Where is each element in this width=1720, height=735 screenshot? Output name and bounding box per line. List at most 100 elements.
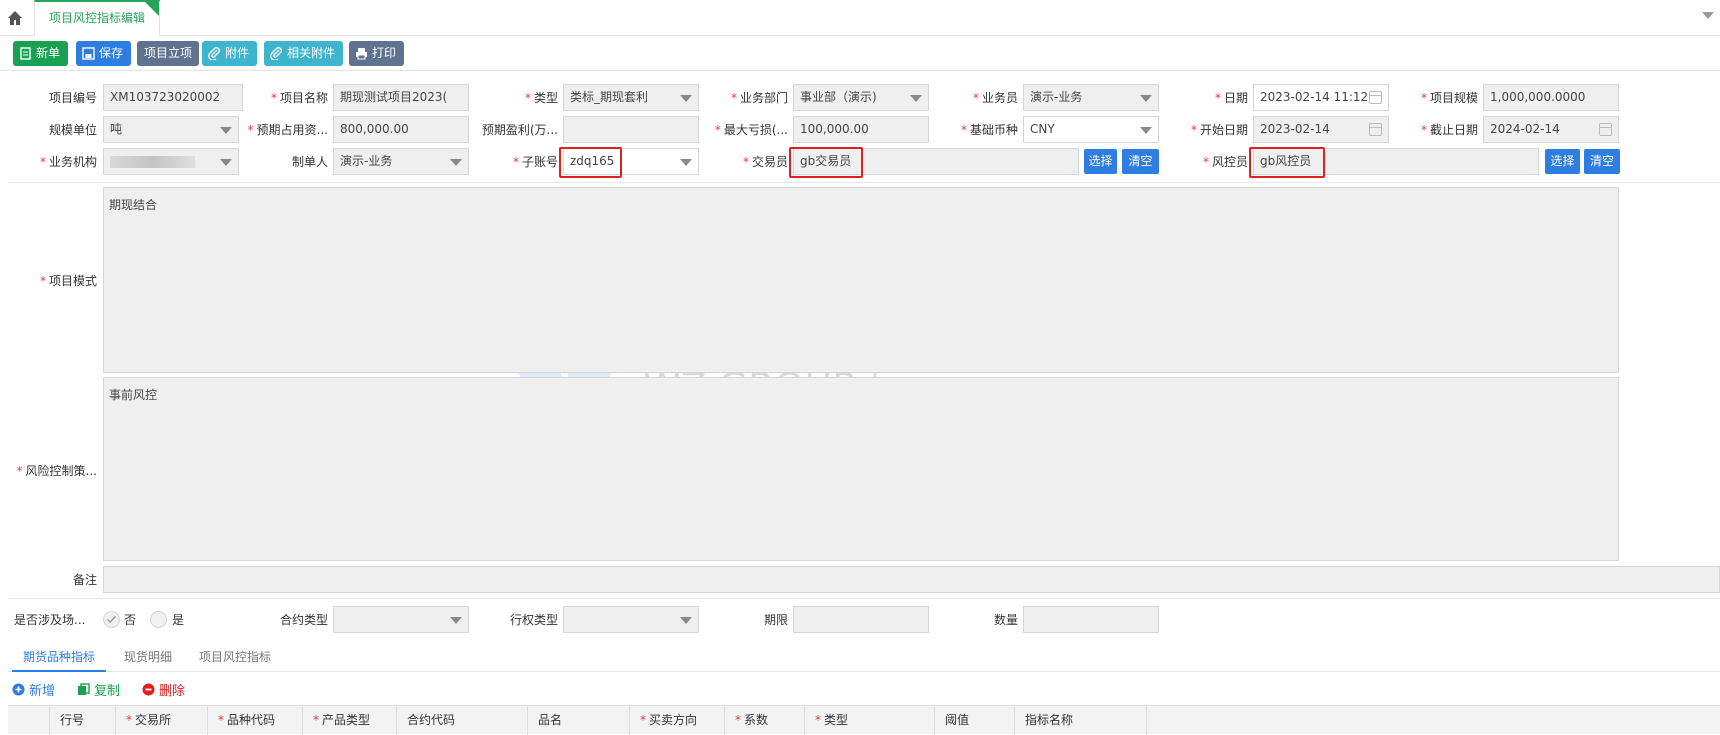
col-type[interactable]: * 类型: [805, 706, 935, 735]
exchange-label: 是否涉及场...: [14, 613, 86, 627]
trader-highlight: [789, 147, 863, 178]
tab-project-risk-indicators[interactable]: 项目风控指标: [188, 642, 282, 672]
date-field[interactable]: 2023-02-14 11:12: [1253, 84, 1389, 111]
add-action[interactable]: 新增: [12, 678, 55, 700]
col-indicator-name[interactable]: 指标名称: [1015, 706, 1147, 735]
document-icon: [20, 47, 31, 60]
risk-policy-textarea[interactable]: 事前风控: [103, 377, 1619, 561]
salesman-select[interactable]: 演示-业务: [1023, 84, 1159, 111]
calendar-icon[interactable]: [1369, 123, 1382, 136]
col-row-no[interactable]: 行号: [49, 706, 116, 735]
chevron-down-icon: [680, 95, 692, 102]
print-button[interactable]: 打印: [349, 41, 405, 66]
copy-label: 复制: [94, 683, 121, 699]
chevron-down-icon: [910, 95, 922, 102]
related-attachment-label: 相关附件: [287, 46, 336, 60]
detail-tabs: 期货品种指标 现货明细 项目风控指标: [8, 642, 1720, 672]
calendar-icon[interactable]: [1369, 91, 1382, 104]
plus-circle-icon: [12, 683, 25, 695]
salesman-label: * 业务员: [972, 91, 1018, 105]
risk-select-button[interactable]: 选择: [1545, 149, 1580, 174]
max-loss-field[interactable]: 100,000.00: [793, 116, 929, 143]
check-icon: [107, 615, 116, 624]
risk-policy-label: * 风险控制策...: [16, 464, 97, 478]
calendar-icon[interactable]: [1599, 123, 1612, 136]
type-label: * 类型: [524, 91, 558, 105]
date-label: * 日期: [1214, 91, 1248, 105]
copy-icon: [78, 682, 90, 695]
tab-spot-details[interactable]: 现货明细: [112, 642, 184, 672]
risk-officer-label: * 风控员: [1202, 155, 1248, 169]
end-date-field[interactable]: 2024-02-14: [1483, 116, 1619, 143]
contract-type-select[interactable]: [333, 606, 469, 633]
col-exchange[interactable]: * 交易所: [116, 706, 208, 735]
org-select[interactable]: [103, 148, 239, 175]
scale-field[interactable]: 1,000,000.0000: [1483, 84, 1619, 111]
tab-title: 项目风控指标编辑: [48, 11, 145, 25]
col-variety-code[interactable]: * 品种代码: [208, 706, 303, 735]
org-label: * 业务机构: [39, 155, 97, 169]
project-name-field[interactable]: 期现测试项目2023(: [333, 84, 469, 111]
delete-action[interactable]: 删除: [142, 678, 185, 700]
project-mode-textarea[interactable]: 期现结合: [103, 187, 1619, 373]
chevron-down-icon: [220, 159, 232, 166]
col-coefficient[interactable]: * 系数: [725, 706, 805, 735]
creator-label: 制单人: [291, 155, 328, 169]
delete-label: 删除: [159, 683, 186, 699]
currency-select[interactable]: CNY: [1023, 116, 1159, 143]
exercise-type-select[interactable]: [563, 606, 699, 633]
col-direction[interactable]: * 买卖方向: [630, 706, 725, 735]
term-field[interactable]: [793, 606, 929, 633]
section-divider: [8, 182, 1720, 183]
tab-futures-indicators[interactable]: 期货品种指标: [12, 642, 106, 672]
add-label: 新增: [29, 683, 56, 699]
no-label: 否: [124, 613, 137, 627]
home-icon[interactable]: [6, 9, 24, 27]
chevron-down-icon: [220, 127, 232, 134]
unit-label: 规模单位: [48, 123, 97, 137]
project-no-label: 项目编号: [48, 91, 97, 105]
col-product-type[interactable]: * 产品类型: [303, 706, 397, 735]
tab-risk-indicator-edit[interactable]: 项目风控指标编辑: [34, 0, 160, 36]
minus-circle-icon: [142, 683, 155, 695]
salesman-value: 演示-业务: [1030, 90, 1083, 104]
org-blurred-value: [110, 155, 195, 168]
capital-field[interactable]: 800,000.00: [333, 116, 469, 143]
col-contract-code[interactable]: 合约代码: [397, 706, 528, 735]
col-threshold[interactable]: 阈值: [935, 706, 1015, 735]
floppy-icon: [82, 47, 95, 60]
copy-action[interactable]: 复制: [77, 678, 120, 700]
new-button[interactable]: 新单: [13, 41, 69, 66]
save-button[interactable]: 保存: [76, 41, 132, 66]
trader-select-button[interactable]: 选择: [1084, 149, 1117, 174]
col-product-name[interactable]: 品名: [528, 706, 630, 735]
risk-clear-button[interactable]: 清空: [1584, 149, 1620, 174]
type-select[interactable]: 类标_期现套利: [563, 84, 699, 111]
grid-header: 行号 * 交易所 * 品种代码 * 产品类型 合约代码 品名 * 买卖方向 * 系数 * 类…: [8, 705, 1720, 735]
subaccount-highlight: [559, 147, 622, 178]
end-date-label: * 截止日期: [1420, 123, 1478, 137]
contract-type-label: 合约类型: [279, 613, 328, 627]
creator-select[interactable]: 演示-业务: [333, 148, 469, 175]
remark-label: 备注: [72, 573, 97, 587]
attachment-button[interactable]: 附件: [202, 41, 258, 66]
subaccount-label: * 子账号: [512, 155, 558, 169]
project-no-field[interactable]: XM103723020002: [103, 84, 243, 111]
chevron-down-icon: [1140, 95, 1152, 102]
start-date-field[interactable]: 2023-02-14: [1253, 116, 1389, 143]
project-approval-button[interactable]: 项目立项: [137, 41, 200, 66]
dept-select[interactable]: 事业部（演示): [793, 84, 929, 111]
start-date-value: 2023-02-14: [1260, 122, 1330, 136]
no-radio[interactable]: [103, 611, 120, 628]
chevron-down-icon: [450, 617, 462, 624]
unit-select[interactable]: 吨: [103, 116, 239, 143]
quantity-field[interactable]: [1023, 606, 1159, 633]
trader-clear-button[interactable]: 清空: [1122, 149, 1159, 174]
save-label: 保存: [99, 46, 124, 60]
remark-field[interactable]: [103, 566, 1720, 593]
profit-field[interactable]: [563, 116, 699, 143]
yes-radio[interactable]: [150, 611, 167, 628]
tab-dropdown-icon[interactable]: [1702, 12, 1714, 19]
related-attachment-button[interactable]: 相关附件: [264, 41, 344, 66]
project-name-label: * 项目名称: [270, 91, 328, 105]
